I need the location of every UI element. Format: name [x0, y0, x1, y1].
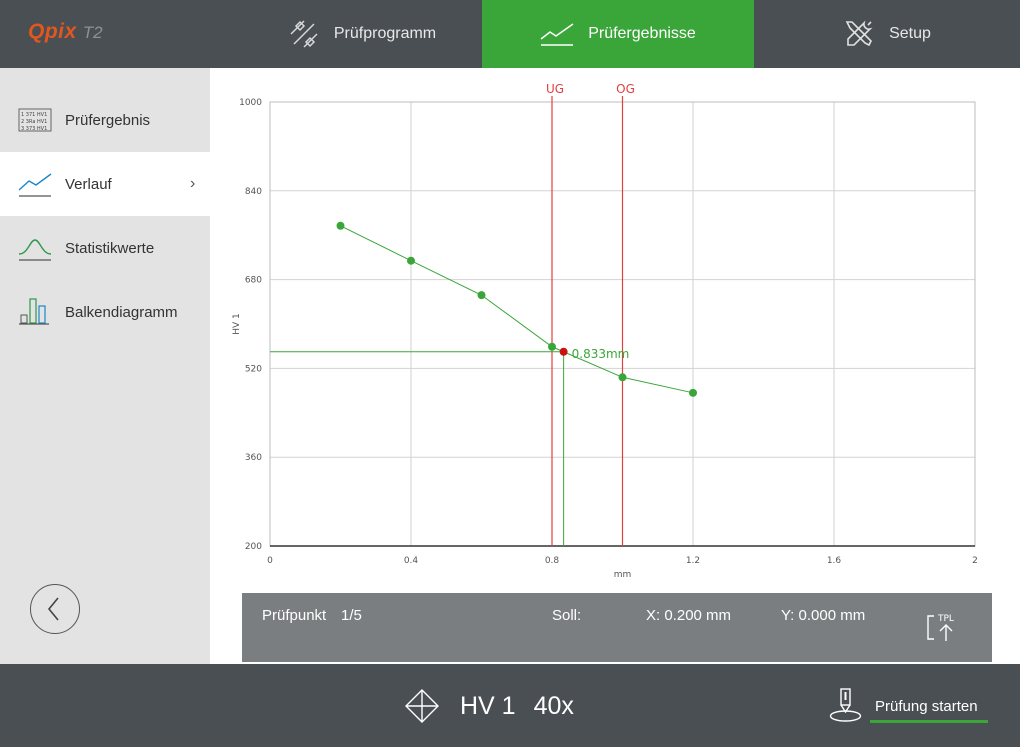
data-point [548, 342, 556, 351]
x-tick-label: 0 [267, 556, 273, 566]
y-tick-label: 200 [245, 542, 262, 552]
soll-label: Soll: [552, 607, 582, 624]
method-label: HV 1 [460, 691, 516, 720]
marker-point [559, 347, 568, 356]
x-tick-label: 1.6 [827, 556, 842, 566]
tab-pruefergebnisse[interactable]: Prüfergebnisse [482, 0, 754, 68]
sidebar-item-verlauf[interactable]: Verlauf › [0, 152, 210, 216]
svg-text:1 371 HV1: 1 371 HV1 [21, 112, 47, 118]
x-tick-label: 1.2 [686, 556, 700, 566]
point-value: 1/5 [341, 607, 362, 624]
limit-label-og: OG [616, 82, 635, 96]
data-point [689, 388, 697, 397]
tab-label: Prüfergebnisse [588, 25, 696, 42]
data-point [477, 291, 486, 300]
svg-text:2 3Ra HV1: 2 3Ra HV1 [21, 119, 47, 125]
result-table-icon: 1 371 HV1 2 3Ra HV1 3 373 HV1 [18, 108, 52, 132]
tab-pruefprogramm[interactable]: Prüfprogramm [242, 0, 482, 68]
y-tick-label: 360 [245, 453, 262, 463]
limit-label-ug: UG [546, 82, 564, 96]
y-tick-label: 1000 [239, 98, 262, 108]
tools-icon [845, 20, 873, 47]
measurement-info-bar: Prüfpunkt 1/5 Soll: X: 0.200 mm Y: 0.000… [242, 593, 992, 662]
tab-setup[interactable]: Setup [754, 0, 1020, 68]
hardness-trend-chart: 0 0.4 0.8 1.2 1.6 2 200 360 520 680 840 1000 mm HV 1 U… [216, 78, 1006, 588]
sidebar-item-label: Prüfergebnis [65, 111, 151, 129]
data-point [336, 221, 345, 230]
program-icon [290, 20, 318, 48]
x-axis-label: mm [614, 570, 632, 580]
marker-label: 0.833mm [572, 347, 630, 361]
point-label: Prüfpunkt [262, 607, 327, 624]
top-navigation: Qpix T2 Prüfprogramm Prüfergebnisse Setu… [0, 0, 1020, 68]
bar-chart-icon [19, 298, 49, 325]
vickers-diamond-icon [405, 689, 439, 723]
data-point [407, 256, 415, 265]
sidebar-item-label: Balkendiagramm [65, 303, 178, 321]
sidebar: 1 371 HV1 2 3Ra HV1 3 373 HV1 Prüfergebn… [0, 68, 210, 664]
start-underline [870, 720, 988, 723]
chart-canvas: 0 0.4 0.8 1.2 1.6 2 200 360 520 680 840 1000 mm HV 1 U… [232, 82, 978, 580]
chevron-left-icon [47, 597, 59, 621]
x-tick-label: 0.8 [545, 556, 560, 566]
qpix-logo: Qpix T2 [28, 20, 103, 43]
sidebar-item-pruefergebnis[interactable]: 1 371 HV1 2 3Ra HV1 3 373 HV1 Prüfergebn… [0, 88, 210, 152]
test-method: HV 1 40x [404, 688, 574, 724]
start-test-label: Prüfung starten [875, 698, 978, 715]
data-point [618, 373, 627, 382]
back-button[interactable] [30, 584, 80, 634]
svg-text:3 373 HV1: 3 373 HV1 [21, 126, 47, 132]
results-chart-icon [540, 23, 574, 46]
y-axis-label: HV 1 [232, 313, 242, 335]
y-tick-label: 520 [245, 364, 262, 374]
trend-line-icon [18, 173, 52, 197]
sidebar-item-label: Verlauf [65, 175, 112, 193]
x-coordinate: X: 0.200 mm [646, 607, 732, 624]
sidebar-item-balkendiagramm[interactable]: Balkendiagramm [0, 280, 210, 344]
bottom-bar: HV 1 40x Prüfung starten [0, 664, 1020, 747]
tpl-export-button[interactable]: TPL [926, 611, 960, 643]
x-tick-label: 0.4 [404, 556, 419, 566]
indenter-icon [829, 688, 862, 722]
tab-label: Setup [889, 25, 931, 42]
x-tick-label: 2 [972, 556, 978, 566]
sidebar-item-statistikwerte[interactable]: Statistikwerte [0, 216, 210, 280]
tab-label: Prüfprogramm [333, 25, 437, 42]
bell-curve-icon [18, 239, 52, 261]
tpl-upload-icon: TPL [927, 614, 954, 641]
chevron-right-icon: › [190, 175, 196, 192]
series-line [340, 225, 694, 394]
start-test-button[interactable]: Prüfung starten [828, 688, 998, 724]
y-tick-label: 840 [245, 187, 262, 197]
svg-text:TPL: TPL [937, 614, 954, 624]
y-tick-label: 680 [245, 276, 262, 286]
magnification-label: 40x [533, 691, 574, 720]
sidebar-item-label: Statistikwerte [65, 239, 155, 257]
y-coordinate: Y: 0.000 mm [781, 607, 866, 624]
